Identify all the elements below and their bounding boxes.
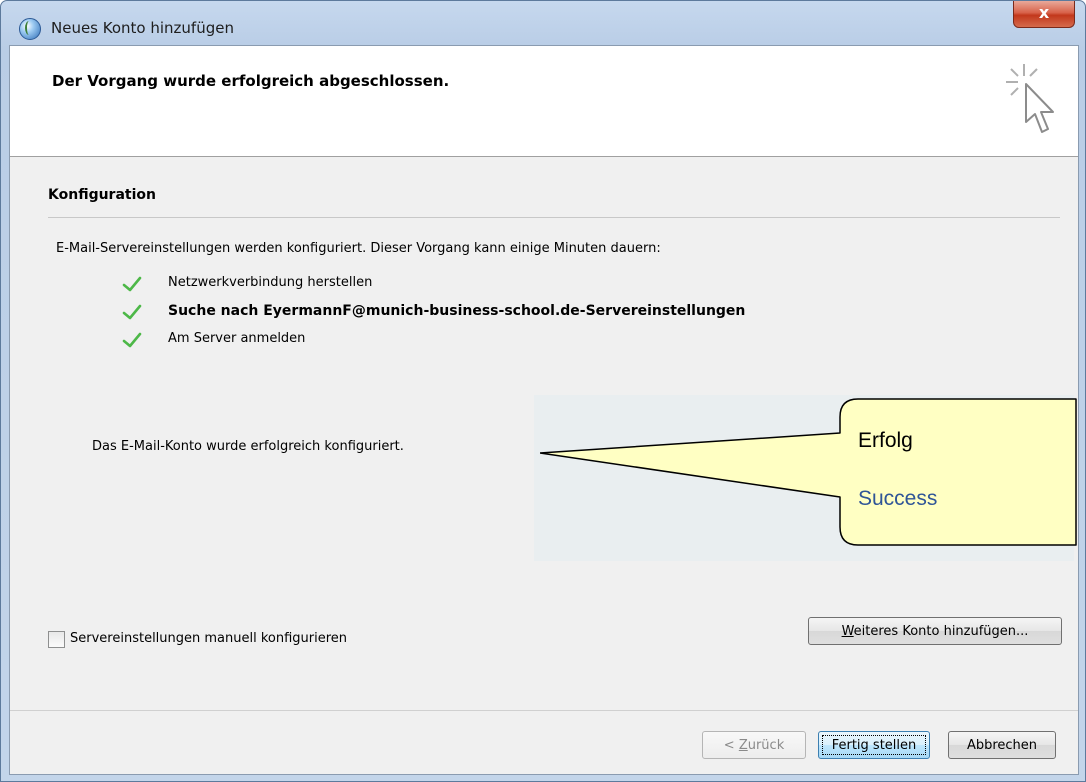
manual-config-label[interactable]: Servereinstellungen manuell konfiguriere… (70, 631, 347, 646)
button-label: eiteres Konto hinzufügen... (853, 624, 1029, 639)
finish-button-label: Fertig stellen (822, 735, 926, 755)
title-bar[interactable]: Neues Konto hinzufügen x (1, 1, 1085, 45)
section-title: Konfiguration (48, 187, 156, 203)
dialog-client-area: Der Vorgang wurde erfolgreich abgeschlos… (9, 45, 1079, 775)
button-prefix: < (723, 738, 739, 753)
step-label: Suche nach EyermannF@munich-business-sch… (168, 303, 746, 319)
step-label: Am Server anmelden (168, 331, 306, 346)
cancel-button[interactable]: Abbrechen (948, 731, 1056, 759)
close-button[interactable]: x (1013, 1, 1075, 28)
callout-text-german: Erfolg (858, 429, 913, 452)
dialog-window: Neues Konto hinzufügen x Der Vorgang wur… (0, 0, 1086, 782)
step-label: Netzwerkverbindung herstellen (168, 275, 373, 290)
checkmark-icon (122, 276, 142, 292)
callout-bubble (540, 398, 1077, 546)
header-title: Der Vorgang wurde erfolgreich abgeschlos… (52, 72, 450, 90)
finish-button[interactable]: Fertig stellen (818, 731, 930, 759)
click-cursor-icon (1006, 64, 1054, 133)
window-title: Neues Konto hinzufügen (51, 19, 234, 37)
callout-text-english: Success (858, 487, 938, 510)
accelerator-key: Z (738, 738, 748, 753)
wizard-body: Konfiguration E-Mail-Servereinstellungen… (10, 157, 1078, 710)
outlook-app-icon (19, 18, 41, 40)
wizard-header: Der Vorgang wurde erfolgreich abgeschlos… (10, 46, 1078, 157)
checkmark-icon (122, 332, 142, 348)
button-label: urück (747, 738, 785, 753)
back-button[interactable]: < Zurück (702, 731, 806, 759)
add-another-account-button[interactable]: Weiteres Konto hinzufügen... (808, 617, 1062, 645)
result-message: Das E-Mail-Konto wurde erfolgreich konfi… (92, 439, 404, 454)
section-divider (48, 217, 1060, 218)
manual-config-checkbox[interactable] (48, 631, 65, 648)
wizard-footer: < Zurück Fertig stellen Abbrechen (10, 711, 1078, 774)
checkmark-icon (122, 304, 142, 320)
accelerator-key: W (841, 624, 854, 639)
config-intro: E-Mail-Servereinstellungen werden konfig… (56, 241, 661, 256)
